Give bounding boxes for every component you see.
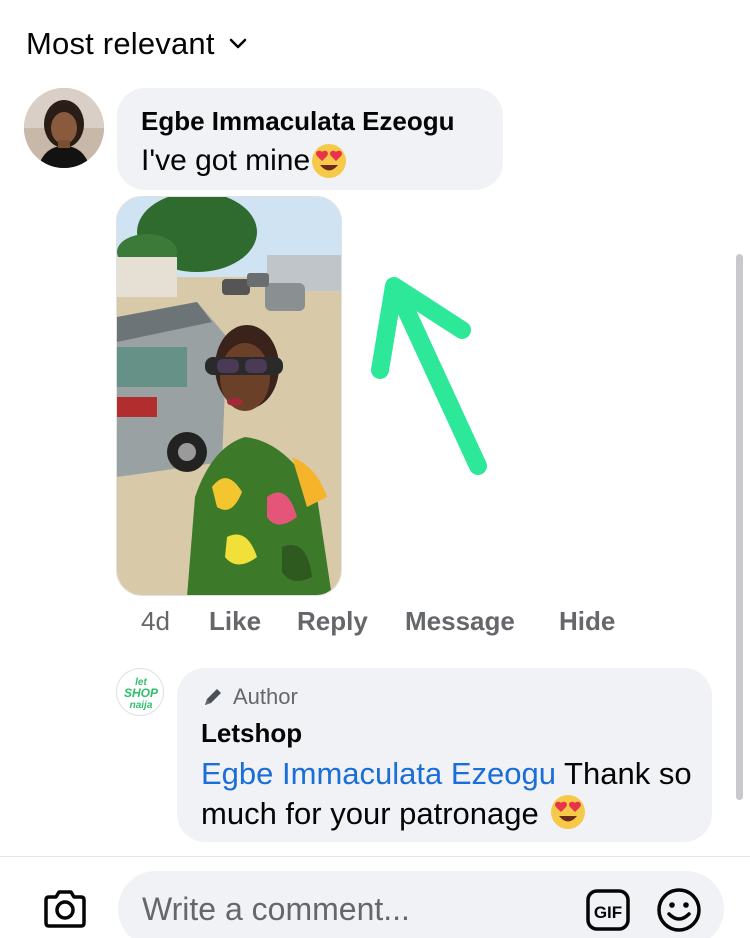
selfie-photo-image — [117, 197, 341, 595]
sort-label: Most relevant — [26, 26, 215, 61]
heart-eyes-emoji-icon — [551, 794, 586, 829]
comment-actions: 4d Like Reply Message Hide — [0, 606, 750, 640]
emoji-icon[interactable] — [656, 887, 702, 933]
sort-dropdown[interactable]: Most relevant — [26, 26, 247, 62]
gif-icon[interactable]: GIF — [586, 889, 630, 931]
svg-text:GIF: GIF — [594, 903, 622, 922]
heart-eyes-emoji-icon — [312, 144, 347, 178]
commenter-avatar-image — [24, 88, 104, 168]
letshop-logo-icon: let SHOP naija — [124, 677, 159, 711]
pencil-icon — [205, 689, 221, 705]
comment-bubble: Egbe Immaculata Ezeogu I've got mine — [117, 88, 503, 190]
hide-button[interactable]: Hide — [559, 606, 615, 637]
reply-author[interactable]: Letshop — [201, 718, 302, 749]
svg-text:naija: naija — [130, 700, 153, 711]
reply-text: Egbe Immaculata Ezeogu Thank so much for… — [201, 754, 701, 834]
reply-bubble: Author Letshop Egbe Immaculata Ezeogu Th… — [177, 668, 712, 842]
comment-input[interactable] — [118, 871, 724, 938]
comment-photo[interactable] — [116, 196, 342, 596]
comment-timestamp: 4d — [141, 606, 170, 636]
author-badge: Author — [201, 684, 298, 710]
svg-text:SHOP: SHOP — [124, 686, 159, 700]
letshop-avatar[interactable]: let SHOP naija — [116, 668, 164, 716]
scrollbar[interactable] — [736, 254, 743, 800]
comment-composer: GIF — [0, 856, 750, 938]
message-button[interactable]: Message — [405, 606, 515, 637]
author-badge-label: Author — [233, 684, 298, 709]
mention-link[interactable]: Egbe Immaculata Ezeogu — [201, 756, 556, 791]
comment-text-line: I've got mine — [141, 142, 348, 180]
comment-author[interactable]: Egbe Immaculata Ezeogu — [141, 106, 455, 137]
like-button[interactable]: Like — [209, 606, 261, 637]
arrow-annotation-icon — [371, 277, 487, 475]
reply-button[interactable]: Reply — [297, 606, 368, 637]
comment-text: I've got mine — [141, 144, 311, 177]
chevron-down-icon — [229, 38, 246, 49]
camera-icon[interactable] — [42, 889, 88, 929]
commenter-avatar[interactable] — [24, 88, 104, 168]
